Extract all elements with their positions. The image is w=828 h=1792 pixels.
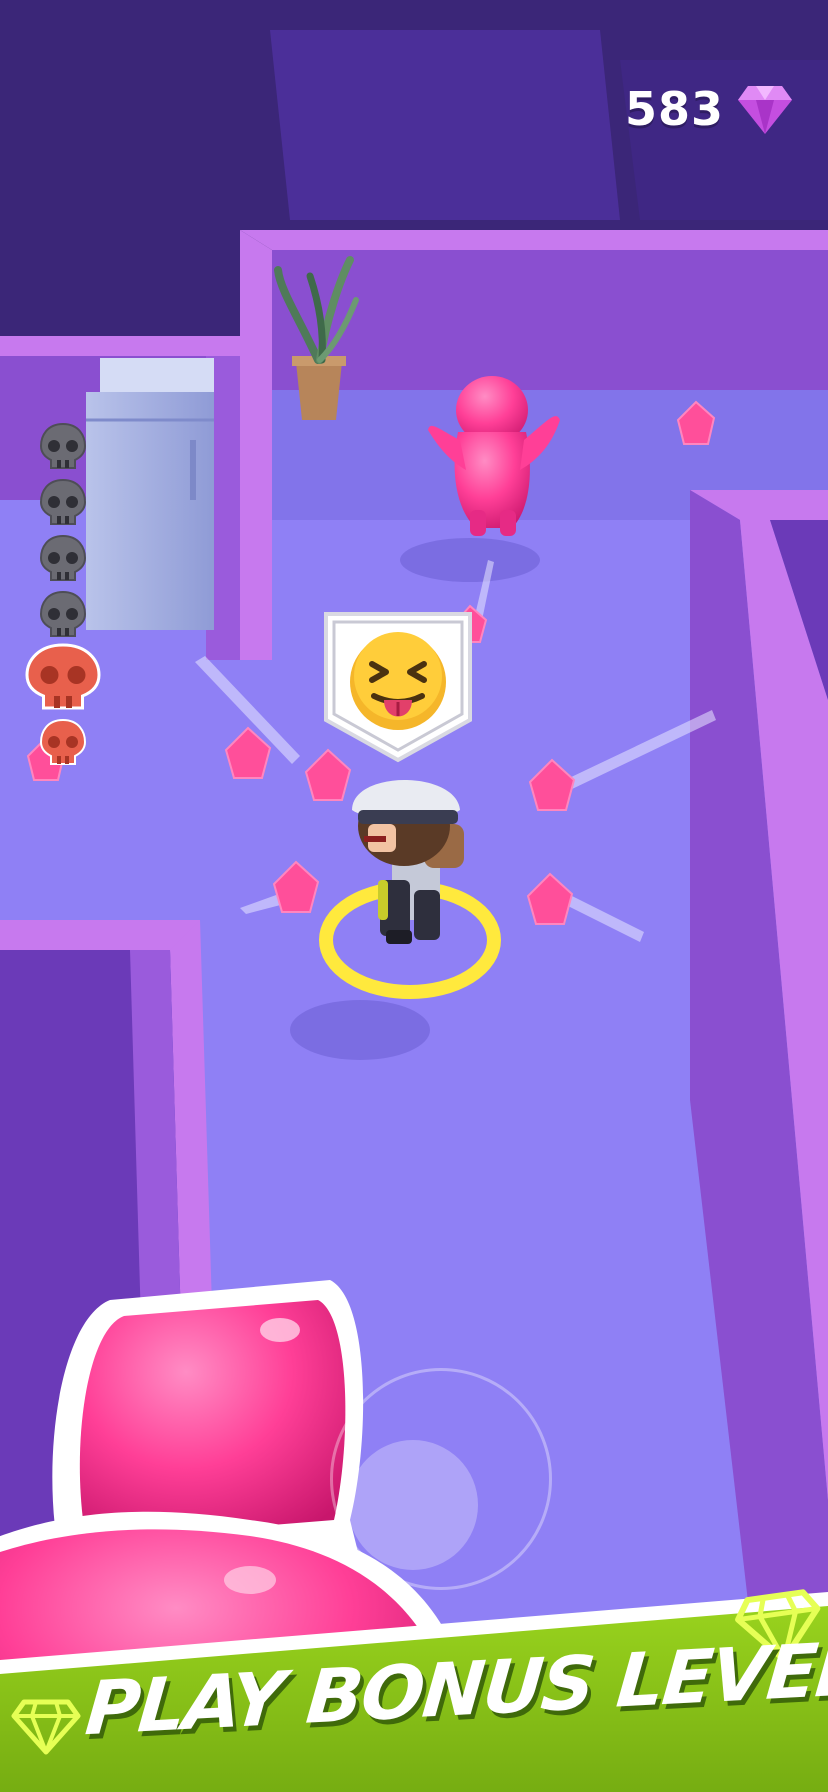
player-shadow — [290, 1000, 430, 1060]
lower-left-wall-top — [0, 920, 200, 950]
upper-room-floor — [270, 30, 620, 220]
joystick-knob[interactable] — [348, 1440, 478, 1570]
game-screen[interactable]: 583 PLAY BONUS LEVELS! — [0, 0, 828, 1792]
skull-icon — [39, 422, 87, 469]
skull-icon — [39, 590, 87, 637]
left-upper-wall-top — [0, 336, 240, 356]
gem-count: 583 — [624, 82, 724, 136]
enemy-shadow — [400, 538, 540, 582]
skull-icon — [39, 534, 87, 581]
kill-tracker — [18, 418, 108, 770]
skull-icon-alive — [39, 718, 87, 765]
diamond-icon — [738, 86, 792, 134]
left-wall-top — [240, 230, 272, 660]
gem-counter: 583 — [625, 82, 792, 136]
skull-icon-alive — [25, 643, 101, 710]
back-wall-face — [272, 240, 828, 390]
skull-icon — [39, 478, 87, 525]
back-wall-top — [240, 230, 828, 250]
